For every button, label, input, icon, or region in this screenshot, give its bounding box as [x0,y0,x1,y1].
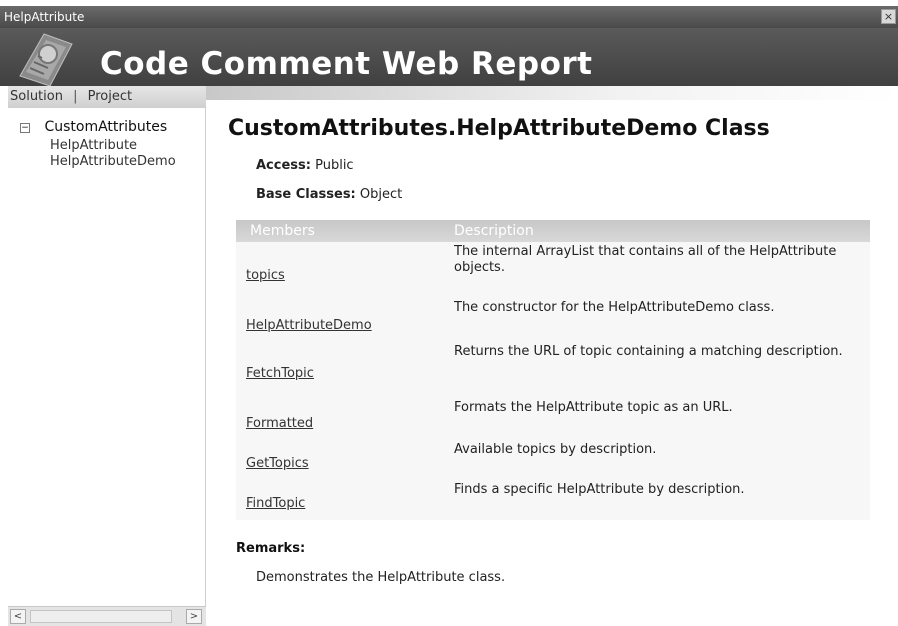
tree-item-helpattribute[interactable]: HelpAttribute [8,138,206,154]
member-link-helpattributedemo[interactable]: HelpAttributeDemo [246,318,372,333]
member-description: Available topics by description. [454,442,657,457]
tab-project[interactable]: Project [88,86,132,108]
column-header-description: Description [454,223,534,239]
namespace-tree: − CustomAttributes HelpAttribute HelpAtt… [8,116,206,170]
scroll-thumb[interactable] [30,610,172,623]
member-link-formatted[interactable]: Formatted [246,416,313,431]
page-title: CustomAttributes.HelpAttributeDemo Class [228,116,770,141]
members-table-header: Members Description [236,220,870,242]
panel-tabs: Solution | Project [8,86,206,108]
tree-node-customattributes[interactable]: − CustomAttributes [8,116,206,138]
base-classes-value: Object [359,187,403,202]
access-row: Access: Public [256,158,354,173]
members-table: Members Description topics The internal … [236,220,870,520]
scroll-left-button[interactable]: < [10,609,26,624]
window-title: HelpAttribute [4,10,85,24]
report-logo-icon [19,33,73,86]
title-bar: HelpAttribute × [0,6,898,28]
member-description: The constructor for the HelpAttributeDem… [454,300,775,315]
remarks-heading: Remarks: [236,541,306,556]
access-label: Access: [256,158,311,173]
tree-item-helpattributedemo[interactable]: HelpAttributeDemo [8,154,206,170]
member-link-fetchtopic[interactable]: FetchTopic [246,366,314,381]
member-description: Formats the HelpAttribute topic as an UR… [454,400,733,415]
tab-separator: | [73,89,78,104]
column-header-members: Members [250,223,315,239]
horizontal-scrollbar[interactable]: < > [8,606,206,626]
member-link-topics[interactable]: topics [246,268,285,283]
close-button[interactable]: × [881,9,896,24]
report-banner: Code Comment Web Report [0,28,898,86]
banner-title: Code Comment Web Report [100,46,593,82]
member-description: The internal ArrayList that contains all… [454,244,837,275]
content-pane: CustomAttributes.HelpAttributeDemo Class… [206,86,898,626]
member-link-findtopic[interactable]: FindTopic [246,496,305,511]
access-value: Public [315,158,354,173]
report-window: HelpAttribute × Code Comment Web Report … [0,0,898,626]
member-description: Returns the URL of topic containing a ma… [454,344,843,359]
scroll-right-button[interactable]: > [186,609,202,624]
tree-node-label[interactable]: CustomAttributes [44,119,167,135]
base-classes-row: Base Classes: Object [256,187,402,202]
member-link-gettopics[interactable]: GetTopics [246,456,309,471]
content-header-fade [206,86,898,100]
tab-solution[interactable]: Solution [10,86,63,108]
remarks-text: Demonstrates the HelpAttribute class. [256,570,506,585]
member-description: Finds a specific HelpAttribute by descri… [454,482,745,497]
base-classes-label: Base Classes: [256,187,356,202]
collapse-icon[interactable]: − [20,123,30,133]
navigation-panel: Solution | Project − CustomAttributes He… [8,86,206,626]
